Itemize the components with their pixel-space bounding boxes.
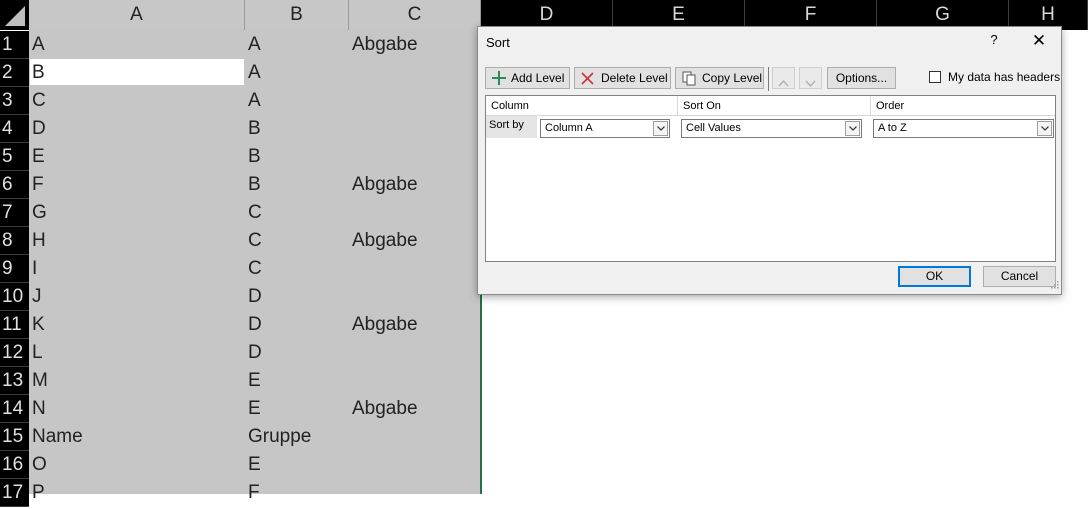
cell-b[interactable]: D — [248, 309, 262, 337]
delete-x-icon — [581, 71, 594, 91]
cell-b[interactable]: F — [248, 477, 260, 505]
cell-b[interactable]: C — [248, 253, 262, 281]
row-header[interactable]: 7 — [0, 199, 29, 227]
column-header-a[interactable]: A — [29, 0, 245, 30]
cell-a[interactable]: N — [32, 393, 46, 421]
row-header[interactable]: 9 — [0, 255, 29, 283]
sort-column-value: Column A — [545, 122, 593, 134]
cell-a[interactable]: K — [32, 309, 45, 337]
sort-on-select[interactable]: Cell Values — [681, 119, 862, 138]
row-header[interactable]: 1 — [0, 31, 29, 59]
sort-levels-grid: Column Sort On Order Sort by Column A Ce… — [485, 95, 1056, 262]
cell-b[interactable]: E — [248, 449, 261, 477]
cell-b[interactable]: B — [248, 113, 261, 141]
row-header[interactable]: 13 — [0, 367, 29, 395]
active-cell[interactable] — [30, 59, 244, 85]
cell-b[interactable]: E — [248, 365, 261, 393]
help-button[interactable]: ? — [986, 32, 1002, 50]
row-header[interactable]: 12 — [0, 339, 29, 367]
column-header-c[interactable]: C — [349, 0, 481, 30]
delete-level-button[interactable]: Delete Level — [574, 67, 671, 89]
sort-on-value: Cell Values — [686, 122, 741, 134]
cell-a[interactable]: J — [32, 281, 42, 309]
cell-a[interactable]: I — [32, 253, 37, 281]
row-header[interactable]: 2 — [0, 59, 29, 87]
chevron-down-icon — [805, 74, 816, 94]
cell-a[interactable]: E — [32, 141, 45, 169]
row-header[interactable]: 14 — [0, 395, 29, 423]
cell-a[interactable]: F — [32, 169, 44, 197]
sort-dialog: Sort ? ✕ Add Level Delete Level Copy Lev… — [477, 26, 1062, 295]
column-header-b[interactable]: B — [245, 0, 349, 30]
row-header[interactable]: 16 — [0, 451, 29, 479]
row-header[interactable]: 5 — [0, 143, 29, 171]
cell-a[interactable]: B — [32, 57, 45, 85]
cell-b[interactable]: B — [248, 169, 261, 197]
cell-a[interactable]: C — [32, 85, 46, 113]
copy-level-button[interactable]: Copy Level — [675, 67, 764, 89]
cell-b[interactable]: D — [248, 281, 262, 309]
move-up-button[interactable] — [772, 67, 795, 89]
cell-b[interactable]: D — [248, 337, 262, 365]
options-button[interactable]: Options... — [827, 67, 896, 89]
column-header: Column — [486, 96, 678, 116]
row-header[interactable]: 6 — [0, 171, 29, 199]
add-level-label: Add Level — [511, 71, 565, 85]
chevron-down-icon — [653, 121, 668, 136]
chevron-down-icon — [1037, 121, 1052, 136]
row-header[interactable]: 3 — [0, 87, 29, 115]
cell-a[interactable]: L — [32, 337, 43, 365]
copy-level-label: Copy Level — [702, 71, 763, 85]
select-all-corner[interactable] — [0, 0, 29, 30]
order-value: A to Z — [878, 122, 907, 134]
delete-level-label: Delete Level — [601, 71, 668, 85]
sort-by-label: Sort by — [486, 116, 537, 138]
my-data-has-headers-label: My data has headers — [948, 70, 1061, 84]
cell-b[interactable]: A — [248, 57, 261, 85]
cancel-button[interactable]: Cancel — [983, 266, 1056, 287]
my-data-has-headers-checkbox[interactable] — [929, 71, 941, 83]
plus-icon — [492, 71, 506, 91]
cell-a[interactable]: O — [32, 449, 47, 477]
copy-icon — [682, 71, 697, 92]
cell-a[interactable]: A — [32, 29, 45, 57]
cell-b[interactable]: A — [248, 85, 261, 113]
cell-b[interactable]: C — [248, 197, 262, 225]
row-header[interactable]: 10 — [0, 283, 29, 311]
cell-a[interactable]: Name — [32, 421, 83, 449]
cell-b[interactable]: C — [248, 225, 262, 253]
cell-a[interactable]: G — [32, 197, 47, 225]
ok-button[interactable]: OK — [898, 266, 971, 287]
resize-grip-icon[interactable] — [1050, 278, 1059, 292]
order-select[interactable]: A to Z — [873, 119, 1054, 138]
cell-b[interactable]: E — [248, 393, 261, 421]
row-header[interactable]: 11 — [0, 311, 29, 339]
chevron-down-icon — [845, 121, 860, 136]
sort-on-header: Sort On — [678, 96, 871, 116]
cell-a[interactable]: H — [32, 225, 46, 253]
cell-b[interactable]: B — [248, 141, 261, 169]
cell-c[interactable]: Abgabe — [352, 225, 418, 253]
order-header: Order — [871, 96, 1055, 116]
sort-column-select[interactable]: Column A — [540, 119, 670, 138]
cell-c[interactable]: Abgabe — [352, 169, 418, 197]
chevron-up-icon — [778, 73, 789, 93]
row-header[interactable]: 15 — [0, 423, 29, 451]
row-header[interactable]: 17 — [0, 479, 29, 507]
cell-a[interactable]: D — [32, 113, 46, 141]
add-level-button[interactable]: Add Level — [485, 67, 570, 89]
cell-a[interactable]: M — [32, 365, 48, 393]
cell-b[interactable]: Gruppe — [248, 421, 311, 449]
close-button[interactable]: ✕ — [1029, 32, 1049, 50]
toolbar-separator — [768, 67, 769, 91]
row-header[interactable]: 8 — [0, 227, 29, 255]
cell-c[interactable]: Abgabe — [352, 309, 418, 337]
row-header[interactable]: 4 — [0, 115, 29, 143]
cell-a[interactable]: P — [32, 477, 45, 505]
move-down-button[interactable] — [799, 67, 822, 89]
cell-c[interactable]: Abgabe — [352, 29, 418, 57]
cell-c[interactable]: Abgabe — [352, 393, 418, 421]
dialog-title: Sort — [486, 35, 510, 50]
cell-b[interactable]: A — [248, 29, 261, 57]
